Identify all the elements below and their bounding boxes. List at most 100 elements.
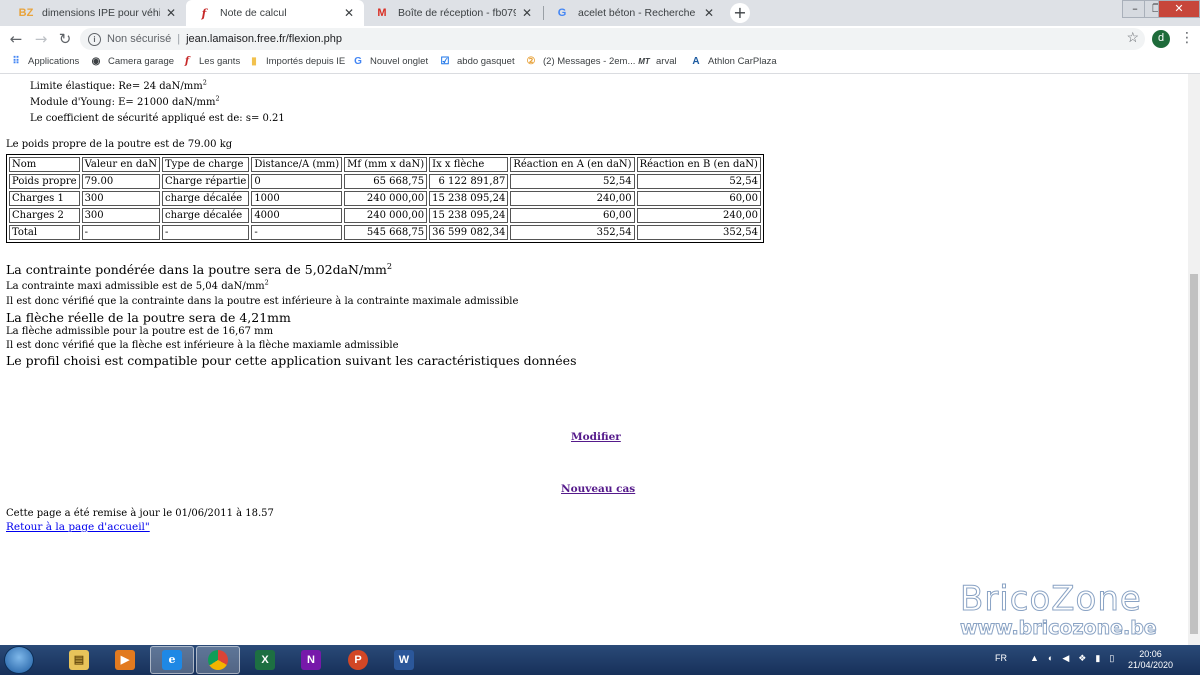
- close-tab-icon[interactable]: ✕: [166, 6, 176, 20]
- folder-icon: ▮: [251, 56, 257, 67]
- page-scrollbar[interactable]: [1188, 74, 1200, 645]
- omnibox-divider: |: [177, 33, 181, 45]
- table-cell: 300: [81, 208, 160, 223]
- taskbar-excel[interactable]: X: [243, 646, 287, 674]
- table-cell: 60,00: [510, 208, 635, 223]
- bookmark-label: Les gants: [199, 56, 241, 67]
- taskbar-onenote[interactable]: N: [289, 646, 333, 674]
- bookmarks-bar: ⠿ Applications ◉ Camera garage f Les gan…: [0, 52, 1200, 74]
- reload-icon[interactable]: ↻: [55, 29, 75, 49]
- google-icon: G: [354, 56, 362, 67]
- clock[interactable]: 20:06 21/04/2020: [1128, 649, 1173, 671]
- speaker-icon[interactable]: ◀: [1062, 653, 1069, 664]
- address-bar[interactable]: i Non sécurisé | jean.lamaison.free.fr/f…: [80, 28, 1145, 50]
- modifier-link[interactable]: Modifier: [571, 431, 621, 443]
- tab-title: dimensions IPE pour véhicule lég: [42, 7, 160, 19]
- bookmark-athlon[interactable]: A Athlon CarPlaza: [690, 56, 776, 67]
- network-icon[interactable]: ▮: [1095, 653, 1100, 664]
- show-hidden-icons-icon[interactable]: ▲: [1030, 653, 1039, 664]
- table-cell: Total: [9, 225, 80, 240]
- table-cell: 52,54: [636, 174, 761, 189]
- profile-avatar[interactable]: d: [1152, 30, 1170, 48]
- bookmark-applications[interactable]: ⠿ Applications: [10, 56, 79, 67]
- bookmark-importes-ie[interactable]: ▮ Importés depuis IE: [248, 56, 345, 67]
- tab-strip: BZ dimensions IPE pour véhicule lég ✕ f …: [0, 0, 1200, 26]
- info-icon[interactable]: i: [88, 32, 101, 46]
- bookmark-abdo-gasquet[interactable]: ☑ abdo gasquet: [439, 56, 515, 67]
- scrollbar-thumb[interactable]: [1190, 274, 1198, 634]
- bricozone-favicon-icon: BZ: [18, 7, 34, 19]
- tab-dimensions-ipe[interactable]: BZ dimensions IPE pour véhicule lég ✕: [8, 0, 186, 26]
- language-indicator[interactable]: FR: [995, 653, 1007, 664]
- header-cell: Type de charge: [162, 157, 250, 172]
- forward-arrow-icon[interactable]: →: [31, 29, 51, 49]
- calc-f-favicon-icon: f: [201, 6, 207, 20]
- table-cell: 240 000,00: [344, 191, 428, 206]
- table-cell: 300: [81, 191, 160, 206]
- header-cell: Nom: [9, 157, 80, 172]
- tab-gmail[interactable]: M Boîte de réception - fb079277@ ✕: [364, 0, 542, 26]
- bookmark-camera-garage[interactable]: ◉ Camera garage: [90, 56, 174, 67]
- tab-google-search[interactable]: G acelet béton - Recherche Google ✕: [544, 0, 724, 26]
- taskbar-explorer[interactable]: ▤: [57, 646, 101, 674]
- taskbar-word[interactable]: W: [382, 646, 426, 674]
- fleche-reelle: La flèche réelle de la poutre sera de 4,…: [6, 310, 291, 325]
- table-cell: -: [251, 225, 343, 240]
- tab-title: Boîte de réception - fb079277@: [398, 7, 516, 19]
- system-tray: FR ▲ ◐ ◀ ❖ ▮ ▯: [995, 653, 1114, 664]
- close-window-button[interactable]: ✕: [1158, 0, 1200, 18]
- start-button[interactable]: [4, 646, 34, 674]
- header-cell: Ix x flèche: [429, 157, 509, 172]
- chrome-icon: [208, 650, 228, 670]
- verification-contrainte: Il est donc vérifié que la contrainte da…: [6, 296, 519, 307]
- tab-title: Note de calcul: [220, 7, 287, 19]
- media-player-icon: ▶: [115, 650, 135, 670]
- url-text[interactable]: jean.lamaison.free.fr/flexion.php: [186, 33, 342, 45]
- taskbar-internet-explorer[interactable]: e: [150, 646, 194, 674]
- nouveau-cas-link[interactable]: Nouveau cas: [561, 483, 635, 495]
- new-tab-button[interactable]: +: [730, 3, 750, 23]
- camera-icon: ◉: [91, 56, 101, 67]
- table-cell: 6 122 891,87: [429, 174, 509, 189]
- bookmark-star-icon[interactable]: ☆: [1126, 29, 1139, 46]
- more-menu-icon[interactable]: ⋮: [1180, 30, 1194, 46]
- retour-accueil-link[interactable]: Retour à la page d'accueil": [6, 521, 150, 533]
- tab-note-de-calcul[interactable]: f Note de calcul ✕: [186, 0, 364, 26]
- table-cell: 240 000,00: [344, 208, 428, 223]
- battery-icon[interactable]: ▯: [1109, 653, 1114, 664]
- table-cell: 545 668,75: [344, 225, 428, 240]
- calc-f-icon: f: [184, 56, 190, 67]
- table-cell: charge décalée: [162, 191, 250, 206]
- internet-explorer-icon: e: [162, 650, 182, 670]
- taskbar-chrome[interactable]: [196, 646, 240, 674]
- poids-propre-text: Le poids propre de la poutre est de 79.0…: [6, 139, 233, 150]
- gmail-icon: M: [377, 7, 387, 19]
- close-tab-icon[interactable]: ✕: [522, 6, 532, 20]
- back-arrow-icon[interactable]: ←: [6, 29, 26, 49]
- bookmark-arval[interactable]: MT arval: [638, 56, 676, 67]
- table-cell: 240,00: [636, 208, 761, 223]
- table-row: Poids propre 79.00 Charge répartie 0 65 …: [9, 174, 761, 189]
- browser-toolbar: ← → ↻ i Non sécurisé | jean.lamaison.fre…: [0, 26, 1200, 52]
- table-cell: 60,00: [636, 191, 761, 206]
- close-tab-icon[interactable]: ✕: [704, 6, 714, 20]
- watermark-brand: BricoZone: [960, 579, 1142, 620]
- bricozone-watermark: BricoZone www.bricozone.be: [960, 579, 1158, 640]
- dropbox-icon[interactable]: ❖: [1078, 653, 1086, 664]
- taskbar-powerpoint[interactable]: P: [336, 646, 380, 674]
- close-tab-icon[interactable]: ✕: [344, 6, 354, 20]
- calcul-table: Nom Valeur en daN Type de charge Distanc…: [6, 154, 764, 243]
- bookmark-label: Nouvel onglet: [370, 56, 429, 67]
- table-header-row: Nom Valeur en daN Type de charge Distanc…: [9, 157, 761, 172]
- bookmark-les-gants[interactable]: f Les gants: [181, 56, 240, 67]
- bookmark-label: abdo gasquet: [457, 56, 515, 67]
- audio-icon[interactable]: ◐: [1048, 653, 1053, 664]
- excel-icon: X: [255, 650, 275, 670]
- bookmark-messages[interactable]: ② (2) Messages - 2em...: [525, 56, 636, 67]
- bookmark-nouvel-onglet[interactable]: G Nouvel onglet: [352, 56, 428, 67]
- table-row: Charges 1 300 charge décalée 1000 240 00…: [9, 191, 761, 206]
- taskbar-media-player[interactable]: ▶: [103, 646, 147, 674]
- security-label: Non sécurisé: [107, 33, 172, 45]
- table-cell: 52,54: [510, 174, 635, 189]
- table-cell: -: [162, 225, 250, 240]
